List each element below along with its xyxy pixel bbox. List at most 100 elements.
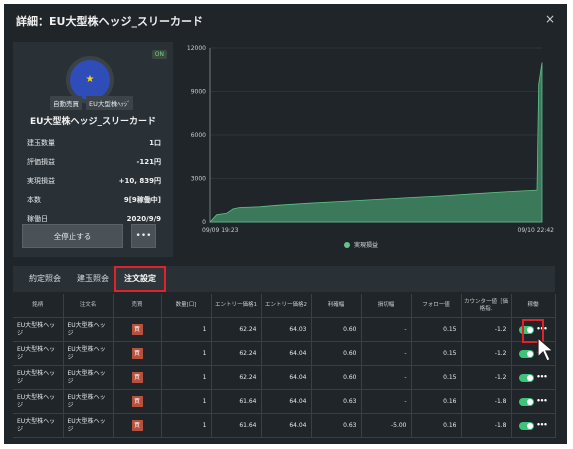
col-qty: 数量[口] <box>161 294 212 318</box>
table-row[interactable]: EU大型株ヘッジ EU大型株ヘッジ 買 1 62.24 64.03 0.60 -… <box>13 317 556 342</box>
legend-swatch <box>344 241 350 248</box>
eu-flag-icon: ★ <box>70 60 110 100</box>
cell-counter: -1.2 <box>461 317 512 342</box>
cell-stop-loss: -5.00 <box>361 413 412 438</box>
tab-executions[interactable]: 約定照会 <box>23 266 67 292</box>
cell-counter: -1.8 <box>461 389 512 414</box>
stat-realized-pl: 実現損益 +10, 839円 <box>27 172 161 191</box>
cell-entry2: 64.04 <box>261 341 312 366</box>
cell-side: 買 <box>113 317 162 342</box>
order-settings-table: 銘柄 注文名 売買 数量[口] エントリー価格1 エントリー価格2 利確幅 損切… <box>13 294 556 438</box>
cell-order-name: EU大型株ヘッジ <box>63 413 114 438</box>
cell-entry2: 64.03 <box>261 317 312 342</box>
cell-side: 買 <box>113 365 162 390</box>
cell-entry2: 64.04 <box>261 413 312 438</box>
cell-active: ••• <box>511 413 556 438</box>
chart-legend: 実現損益 <box>344 240 378 249</box>
table-row[interactable]: EU大型株ヘッジ EU大型株ヘッジ 買 1 61.64 64.04 0.63 -… <box>13 413 556 438</box>
buy-badge: 買 <box>131 348 143 359</box>
cell-entry1: 61.64 <box>211 413 262 438</box>
x-tick-label: 09/10 22:42 <box>518 227 555 234</box>
cell-side: 買 <box>113 413 162 438</box>
cell-follow: 0.15 <box>411 341 462 366</box>
cell-take-profit: 0.60 <box>311 365 362 390</box>
category-tag: EU大型株ﾍｯｼﾞ <box>86 96 134 110</box>
cell-symbol: EU大型株ヘッジ <box>13 365 64 390</box>
table-row[interactable]: EU大型株ヘッジ EU大型株ヘッジ 買 1 62.24 64.04 0.60 -… <box>13 341 556 366</box>
stat-value: 1口 <box>149 139 161 147</box>
y-tick-label: 6000 <box>191 132 206 139</box>
tab-order-settings[interactable]: 注文設定 <box>114 266 166 292</box>
cell-qty: 1 <box>161 341 212 366</box>
cell-counter: -1.2 <box>461 365 512 390</box>
cell-active: ••• <box>511 365 556 390</box>
stop-all-button[interactable]: 全停止する <box>22 224 123 248</box>
realized-pl-chart: 0 3000 6000 9000 12000 09/09 19:23 09/10 22:42 <box>187 45 555 234</box>
col-symbol: 銘柄 <box>13 294 64 318</box>
cell-counter: -1.2 <box>461 341 512 366</box>
cell-follow: 0.16 <box>411 389 462 414</box>
cell-qty: 1 <box>161 317 212 342</box>
active-toggle[interactable] <box>519 397 535 406</box>
buy-badge: 買 <box>131 324 143 335</box>
cell-take-profit: 0.63 <box>311 413 362 438</box>
stat-unrealized-pl: 評価損益 -121円 <box>27 153 161 172</box>
table-header-row: 銘柄 注文名 売買 数量[口] エントリー価格1 エントリー価格2 利確幅 損切… <box>13 294 556 318</box>
col-active: 稼働 <box>511 294 556 318</box>
y-tick-label: 0 <box>202 219 206 226</box>
strategy-summary-panel: ON ★ 自動売買 EU大型株ﾍｯｼﾞ EU大型株ヘッジ_スリーカード 建玉数量… <box>13 42 173 257</box>
cell-symbol: EU大型株ヘッジ <box>13 413 64 438</box>
buy-badge: 買 <box>131 372 143 383</box>
status-badge: ON <box>151 50 167 59</box>
cell-active: ••• <box>511 389 556 414</box>
cell-order-name: EU大型株ヘッジ <box>63 341 114 366</box>
cell-entry1: 62.24 <box>211 365 262 390</box>
table-row[interactable]: EU大型株ヘッジ EU大型株ヘッジ 買 1 62.24 64.04 0.60 -… <box>13 365 556 390</box>
col-counter: カウンター値［価格指. <box>461 294 512 318</box>
cell-entry1: 62.24 <box>211 341 262 366</box>
cell-entry1: 61.64 <box>211 389 262 414</box>
x-tick-label: 09/09 19:23 <box>202 227 239 234</box>
strategy-tags: 自動売買 EU大型株ﾍｯｼﾞ <box>50 96 134 110</box>
cell-symbol: EU大型株ヘッジ <box>13 317 64 342</box>
stat-position-qty: 建玉数量 1口 <box>27 134 161 153</box>
cell-entry2: 64.04 <box>261 389 312 414</box>
cell-stop-loss: - <box>361 341 412 366</box>
cell-entry1: 62.24 <box>211 317 262 342</box>
active-toggle[interactable] <box>519 421 535 430</box>
cell-order-name: EU大型株ヘッジ <box>63 317 114 342</box>
close-icon[interactable]: × <box>545 12 555 26</box>
cell-order-name: EU大型株ヘッジ <box>63 389 114 414</box>
cell-qty: 1 <box>161 365 212 390</box>
stat-count: 本数 9[9稼働中] <box>27 191 161 210</box>
tab-positions[interactable]: 建玉照会 <box>71 266 115 292</box>
dialog-title: 詳細：EU大型株ヘッジ_スリーカード <box>16 15 203 28</box>
row-more-icon[interactable]: ••• <box>536 397 547 405</box>
cell-side: 買 <box>113 341 162 366</box>
stat-value: -121円 <box>136 158 161 166</box>
cell-counter: -1.8 <box>461 413 512 438</box>
col-entry1: エントリー価格1 <box>211 294 262 318</box>
cell-follow: 0.15 <box>411 365 462 390</box>
table-row[interactable]: EU大型株ヘッジ EU大型株ヘッジ 買 1 61.64 64.04 0.63 -… <box>13 389 556 414</box>
stat-label: 建玉数量 <box>27 139 55 147</box>
active-toggle[interactable] <box>519 373 535 382</box>
row-more-icon[interactable]: ••• <box>536 373 547 381</box>
buy-badge: 買 <box>131 396 143 407</box>
detail-tabs: 約定照会 建玉照会 注文設定 <box>13 266 555 292</box>
row-more-icon[interactable]: ••• <box>536 421 547 429</box>
cell-side: 買 <box>113 389 162 414</box>
stat-label: 本数 <box>27 196 41 204</box>
col-stop-loss: 損切幅 <box>361 294 412 318</box>
strategy-name: EU大型株ヘッジ_スリーカード <box>30 117 156 127</box>
more-options-button[interactable]: ••• <box>131 224 156 248</box>
cell-entry2: 64.04 <box>261 365 312 390</box>
cell-stop-loss: - <box>361 389 412 414</box>
series-area <box>209 62 543 223</box>
col-order-name: 注文名 <box>63 294 114 318</box>
cell-stop-loss: - <box>361 317 412 342</box>
cell-qty: 1 <box>161 413 212 438</box>
active-toggle[interactable] <box>519 349 535 358</box>
flag-star-icon: ★ <box>85 74 95 85</box>
cell-take-profit: 0.63 <box>311 389 362 414</box>
